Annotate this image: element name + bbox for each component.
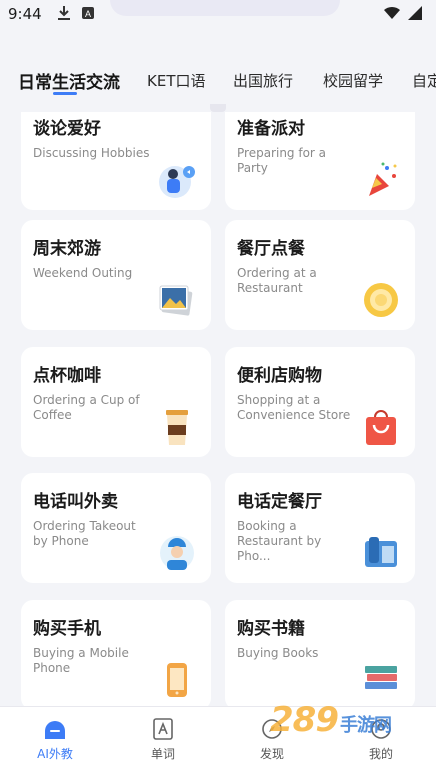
card-title: 准备派对: [237, 119, 305, 139]
ai-tutor-icon: [45, 721, 65, 739]
status-time: 9:44: [8, 5, 42, 23]
scenario-card[interactable]: 电话定餐厅 Booking a Restaurant by Pho...: [225, 473, 415, 583]
card-title: 电话叫外卖: [33, 492, 118, 512]
card-title: 便利店购物: [237, 366, 322, 386]
books-icon: [365, 666, 397, 689]
party-popper-icon: [369, 162, 397, 196]
word-book-icon: [153, 718, 173, 740]
card-subtitle: Buying Books: [237, 646, 319, 660]
card-subtitle: Ordering at a Restaurant: [237, 266, 317, 295]
notification-icons: A: [58, 6, 94, 20]
plate-icon: [364, 283, 398, 317]
nav-label: AI外教: [37, 747, 73, 761]
status-bar: 9:44 A: [0, 0, 436, 30]
download-icon: [58, 6, 70, 20]
card-title: 餐厅点餐: [237, 239, 305, 259]
photos-icon: [159, 285, 193, 316]
category-tabs: 日常生活交流 KET口语 出国旅行 校园留学 自定: [0, 54, 436, 106]
scenario-card[interactable]: 餐厅点餐 Ordering at a Restaurant: [225, 220, 415, 330]
card-subtitle: Shopping at a Convenience Store: [237, 393, 351, 422]
telephone-icon: [365, 537, 397, 567]
nav-label: 单词: [150, 747, 175, 761]
scenario-list[interactable]: 谈论爱好 Discussing Hobbies 准备派对 Preparing f…: [0, 112, 436, 706]
scenario-card[interactable]: 谈论爱好 Discussing Hobbies: [21, 112, 211, 210]
scenario-card[interactable]: 便利店购物 Shopping at a Convenience Store: [225, 347, 415, 457]
scenario-card[interactable]: 准备派对 Preparing for a Party: [225, 112, 415, 210]
card-title: 点杯咖啡: [33, 366, 101, 386]
card-title: 购买手机: [33, 619, 101, 639]
pull-handle: [210, 104, 226, 112]
svg-text:A: A: [85, 9, 91, 19]
card-subtitle: Ordering a Cup of Coffee: [33, 393, 140, 422]
app-notification-icon: A: [82, 7, 94, 19]
watermark-main: 289: [270, 700, 339, 740]
card-title: 周末郊游: [33, 239, 101, 259]
nav-label: 发现: [259, 747, 284, 761]
card-title: 谈论爱好: [33, 119, 101, 139]
card-subtitle: Buying a Mobile Phone: [33, 646, 129, 675]
nav-ai-tutor[interactable]: AI外教: [20, 717, 90, 762]
coffee-cup-icon: [166, 410, 188, 445]
tab-daily-life[interactable]: 日常生活交流: [18, 68, 120, 93]
card-title: 电话定餐厅: [237, 492, 322, 512]
scenario-card[interactable]: 购买手机 Buying a Mobile Phone: [21, 600, 211, 706]
wifi-icon: [384, 6, 400, 20]
nav-label: 我的: [368, 747, 393, 761]
shopping-bag-icon: [366, 410, 396, 445]
status-pill: [110, 0, 340, 16]
scenario-card[interactable]: 电话叫外卖 Ordering Takeout by Phone: [21, 473, 211, 583]
tab-travel-abroad[interactable]: 出国旅行: [233, 70, 293, 91]
nav-words[interactable]: 单词: [128, 717, 198, 762]
hobbies-icon: [159, 166, 195, 198]
system-icons: [384, 6, 422, 20]
tab-campus-study[interactable]: 校园留学: [323, 70, 383, 91]
card-subtitle: Weekend Outing: [33, 266, 133, 280]
tab-custom[interactable]: 自定: [412, 70, 436, 91]
card-subtitle: Booking a Restaurant by Pho...: [237, 519, 322, 563]
card-title: 购买书籍: [237, 619, 305, 639]
tab-indicator: [53, 92, 77, 95]
card-subtitle: Preparing for a Party: [237, 146, 327, 175]
delivery-person-icon: [160, 536, 194, 570]
mobile-phone-icon: [167, 663, 187, 697]
scenario-card[interactable]: 购买书籍 Buying Books: [225, 600, 415, 706]
card-subtitle: Ordering Takeout by Phone: [33, 519, 136, 548]
scenario-card[interactable]: 周末郊游 Weekend Outing: [21, 220, 211, 330]
signal-icon: [408, 6, 422, 20]
card-subtitle: Discussing Hobbies: [33, 146, 150, 160]
tab-ket-speaking[interactable]: KET口语: [147, 70, 205, 91]
scenario-card[interactable]: 点杯咖啡 Ordering a Cup of Coffee: [21, 347, 211, 457]
watermark-sub: 手游网: [339, 715, 392, 736]
watermark-logo: 289 手游网: [270, 700, 392, 740]
